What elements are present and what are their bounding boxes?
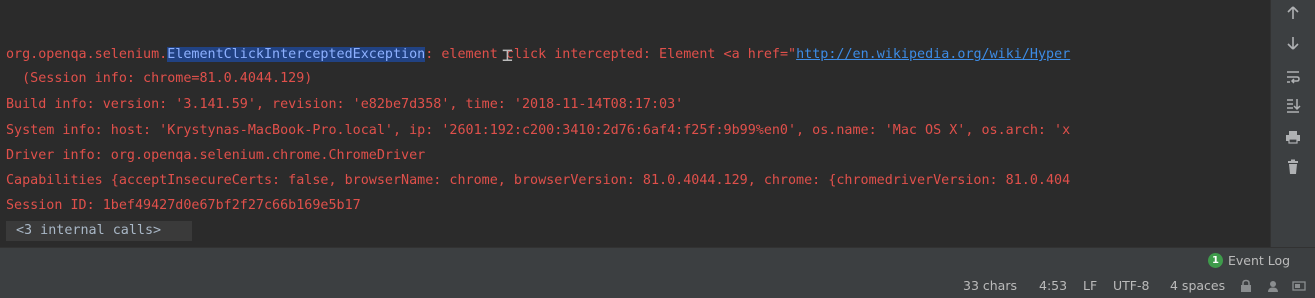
exception-message: : element click intercepted: Element <a … xyxy=(425,47,797,62)
selected-chars-count[interactable]: 33 chars xyxy=(963,278,1017,293)
soft-wrap-icon[interactable] xyxy=(1271,66,1315,88)
system-info-line: System info: host: 'Krystynas-MacBook-Pr… xyxy=(6,123,1071,138)
status-bar: 1 Event Log 33 chars 4:53 LF UTF-8 4 spa… xyxy=(0,248,1315,298)
session-id-line: Session ID: 1bef49427d0e67bf2f27c66b169e… xyxy=(6,198,361,213)
capabilities-line: Capabilities {acceptInsecureCerts: false… xyxy=(6,173,1071,188)
line-separator[interactable]: LF xyxy=(1083,278,1097,293)
print-icon[interactable] xyxy=(1271,126,1315,148)
event-log-label: Event Log xyxy=(1228,253,1291,268)
arrow-up-icon[interactable] xyxy=(1271,2,1315,24)
driver-info-line: Driver info: org.openqa.selenium.chrome.… xyxy=(6,148,426,163)
selected-exception-name[interactable]: ElementClickInterceptedException xyxy=(167,47,426,62)
inspector-icon[interactable] xyxy=(1266,279,1280,293)
console-toolbar xyxy=(1270,0,1315,247)
exception-line[interactable]: org.openqa.selenium.ElementClickIntercep… xyxy=(6,46,1070,64)
trash-icon[interactable] xyxy=(1271,156,1315,178)
caret-position[interactable]: 4:53 xyxy=(1039,278,1067,293)
memory-indicator-icon[interactable] xyxy=(1292,279,1306,293)
event-log-badge: 1 xyxy=(1208,253,1223,268)
exception-package: org.openqa.selenium. xyxy=(6,47,168,62)
scroll-to-end-icon[interactable] xyxy=(1271,94,1315,116)
session-info-line: (Session info: chrome=81.0.4044.129) xyxy=(6,71,313,86)
event-log-button[interactable]: 1 Event Log xyxy=(1208,253,1290,268)
wikipedia-link[interactable]: http://en.wikipedia.org/wiki/Hyper xyxy=(796,47,1070,62)
build-info-line: Build info: version: '3.141.59', revisio… xyxy=(6,97,684,112)
internal-calls-fold[interactable]: <3 internal calls> xyxy=(6,221,192,241)
console-output[interactable]: org.openqa.selenium.ElementClickIntercep… xyxy=(0,0,1270,247)
lock-icon[interactable] xyxy=(1239,279,1253,293)
text-cursor-icon: ⌶ xyxy=(502,45,513,66)
arrow-down-icon[interactable] xyxy=(1271,32,1315,54)
file-encoding[interactable]: UTF-8 xyxy=(1113,278,1149,293)
indent-setting[interactable]: 4 spaces xyxy=(1170,278,1225,293)
